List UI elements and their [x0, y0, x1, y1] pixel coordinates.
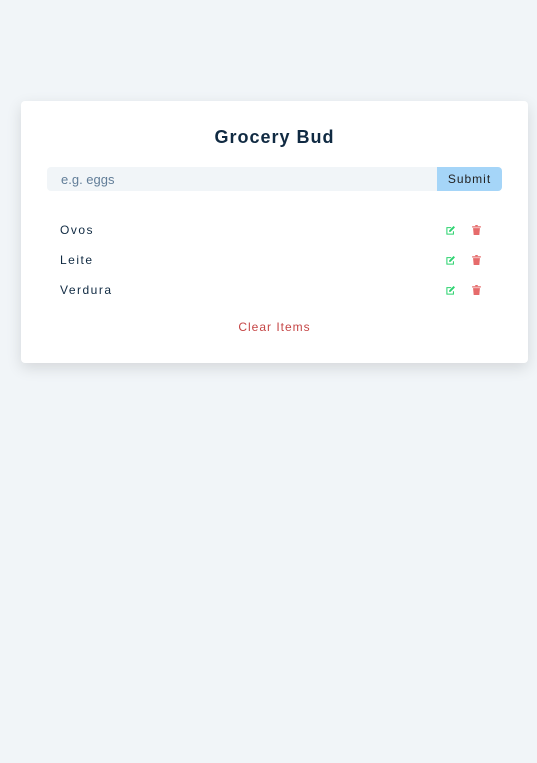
delete-button[interactable] — [469, 283, 483, 297]
list-item: Ovos — [47, 215, 502, 245]
item-name: Ovos — [60, 223, 95, 237]
page: { "app": { "title": "Grocery Bud" }, "fo… — [0, 0, 537, 763]
edit-button[interactable] — [443, 223, 457, 237]
list-item: Leite — [47, 245, 502, 275]
edit-icon — [445, 225, 455, 235]
edit-icon — [445, 285, 455, 295]
edit-icon — [445, 255, 455, 265]
trash-icon — [471, 225, 481, 235]
submit-button[interactable]: Submit — [437, 167, 502, 191]
clear-items-button[interactable]: Clear Items — [21, 320, 528, 334]
item-actions — [443, 253, 489, 267]
delete-button[interactable] — [469, 223, 483, 237]
list-item: Verdura — [47, 275, 502, 305]
grocery-form: Submit — [47, 167, 502, 191]
item-input[interactable] — [47, 167, 437, 191]
grocery-list: Ovos Leite Verdura — [47, 215, 502, 305]
trash-icon — [471, 285, 481, 295]
item-name: Leite — [60, 253, 94, 267]
item-name: Verdura — [60, 283, 113, 297]
item-actions — [443, 223, 489, 237]
edit-button[interactable] — [443, 253, 457, 267]
edit-button[interactable] — [443, 283, 457, 297]
trash-icon — [471, 255, 481, 265]
delete-button[interactable] — [469, 253, 483, 267]
grocery-card: Grocery Bud Submit Ovos — [21, 101, 528, 363]
app-title: Grocery Bud — [214, 127, 335, 147]
item-actions — [443, 283, 489, 297]
